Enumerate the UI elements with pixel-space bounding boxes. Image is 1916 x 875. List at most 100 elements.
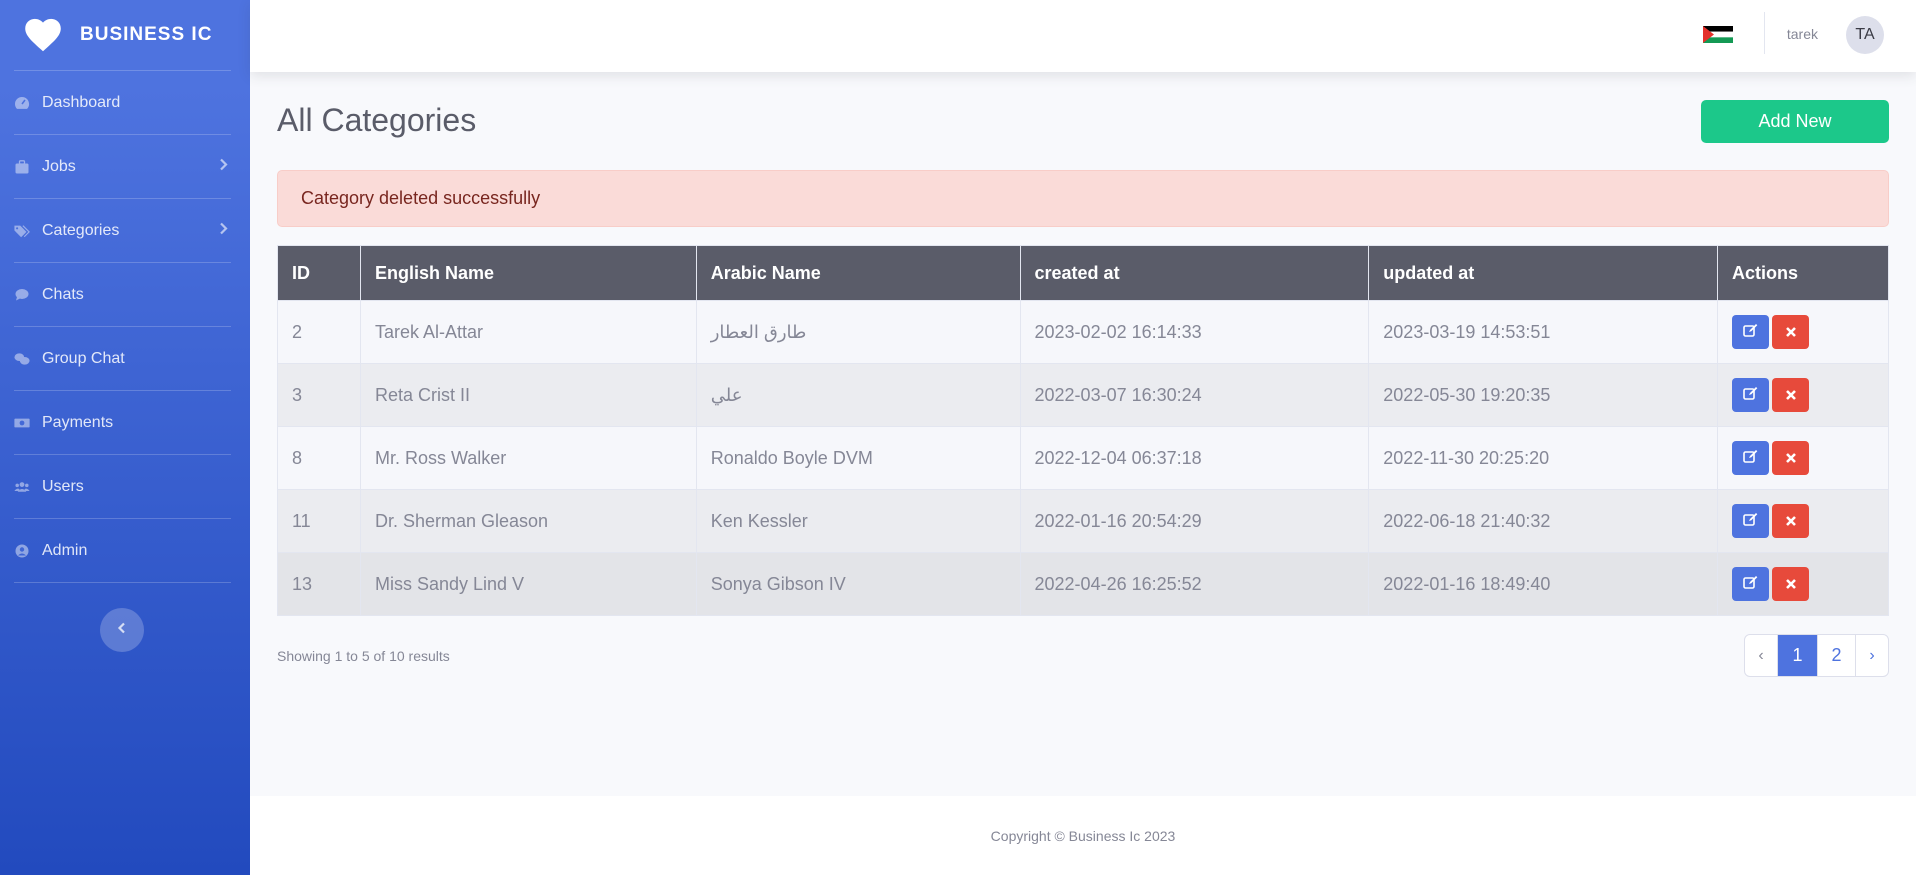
close-icon — [1785, 448, 1797, 469]
column-header-updated-at: updated at — [1368, 245, 1719, 301]
cell-id: 8 — [277, 426, 361, 490]
table-row: 13 Miss Sandy Lind V Sonya Gibson IV 202… — [277, 552, 1889, 616]
cell-id: 2 — [277, 300, 361, 364]
delete-button[interactable] — [1772, 441, 1810, 475]
cell-arabic-name: Ken Kessler — [695, 489, 1021, 553]
heart-icon — [24, 18, 62, 52]
footer: Copyright © Business Ic 2023 — [250, 796, 1916, 875]
alert-message: Category deleted successfully — [277, 170, 1889, 227]
column-header-english-name: English Name — [359, 245, 697, 301]
comment-icon — [14, 287, 30, 303]
brand-name: BUSINESS IC — [80, 24, 213, 45]
cell-arabic-name: علي — [695, 363, 1021, 427]
column-header-created-at: created at — [1019, 245, 1370, 301]
cell-id: 11 — [277, 489, 361, 553]
avatar[interactable]: TA — [1846, 16, 1884, 54]
sidebar-item-label: Dashboard — [42, 93, 121, 111]
sidebar-item-label: Group Chat — [42, 349, 125, 367]
money-bill-icon — [14, 415, 30, 431]
users-icon — [14, 479, 30, 495]
edit-button[interactable] — [1732, 441, 1770, 475]
pagination-next-button[interactable]: › — [1856, 635, 1888, 676]
cell-updated-at: 2023-03-19 14:53:51 — [1368, 300, 1719, 364]
cell-english-name: Tarek Al-Attar — [359, 300, 697, 364]
cell-arabic-name: Sonya Gibson IV — [695, 552, 1021, 616]
sidebar-item-payments[interactable]: Payments — [0, 391, 250, 454]
cell-actions — [1717, 489, 1889, 553]
cell-arabic-name: طارق العطار — [695, 300, 1021, 364]
edit-icon — [1743, 385, 1758, 406]
cell-english-name: Reta Crist II — [359, 363, 697, 427]
user-circle-icon — [14, 543, 30, 559]
tags-icon — [14, 223, 30, 239]
cell-created-at: 2022-01-16 20:54:29 — [1019, 489, 1370, 553]
sidebar-item-jobs[interactable]: Jobs — [0, 135, 250, 198]
cell-id: 13 — [277, 552, 361, 616]
sidebar-item-group-chat[interactable]: Group Chat — [0, 327, 250, 390]
sidebar-item-chats[interactable]: Chats — [0, 263, 250, 326]
sidebar-item-categories[interactable]: Categories — [0, 199, 250, 262]
sidebar-item-label: Categories — [42, 221, 120, 239]
dashboard-gauge-icon — [14, 95, 30, 111]
cell-arabic-name: Ronaldo Boyle DVM — [695, 426, 1021, 490]
table-header-row: ID English Name Arabic Name created at u… — [277, 245, 1889, 301]
user-name[interactable]: tarek — [1787, 26, 1818, 42]
sidebar-item-label: Chats — [42, 285, 84, 303]
table-row: 8 Mr. Ross Walker Ronaldo Boyle DVM 2022… — [277, 426, 1889, 490]
cell-created-at: 2022-03-07 16:30:24 — [1019, 363, 1370, 427]
palestine-flag-icon[interactable] — [1703, 26, 1733, 44]
column-header-id: ID — [277, 245, 361, 301]
sidebar-toggle-button[interactable] — [100, 608, 144, 652]
cell-updated-at: 2022-01-16 18:49:40 — [1368, 552, 1719, 616]
cell-actions — [1717, 300, 1889, 364]
cell-actions — [1717, 552, 1889, 616]
table-row: 11 Dr. Sherman Gleason Ken Kessler 2022-… — [277, 489, 1889, 553]
column-header-actions: Actions — [1717, 245, 1889, 301]
delete-button[interactable] — [1772, 378, 1810, 412]
cell-actions — [1717, 363, 1889, 427]
pagination: ‹ 1 2 › — [1744, 634, 1889, 677]
edit-icon — [1743, 511, 1758, 532]
sidebar: BUSINESS IC Dashboard Jobs Categories Ch… — [0, 0, 250, 875]
cell-updated-at: 2022-05-30 19:20:35 — [1368, 363, 1719, 427]
edit-button[interactable] — [1732, 378, 1770, 412]
chevron-right-icon — [219, 158, 228, 176]
close-icon — [1785, 322, 1797, 343]
sidebar-item-users[interactable]: Users — [0, 455, 250, 518]
close-icon — [1785, 385, 1797, 406]
pagination-summary: Showing 1 to 5 of 10 results — [277, 648, 450, 664]
edit-button[interactable] — [1732, 567, 1770, 601]
edit-button[interactable] — [1732, 504, 1770, 538]
brand[interactable]: BUSINESS IC — [0, 0, 250, 70]
topbar-divider — [1764, 12, 1765, 54]
sidebar-item-label: Payments — [42, 413, 114, 431]
add-new-button[interactable]: Add New — [1701, 100, 1889, 143]
pagination-page-1[interactable]: 1 — [1778, 635, 1818, 676]
delete-button[interactable] — [1772, 315, 1810, 349]
delete-button[interactable] — [1772, 567, 1810, 601]
table-row: 3 Reta Crist II علي 2022-03-07 16:30:24 … — [277, 363, 1889, 427]
edit-icon — [1743, 574, 1758, 595]
page-title: All Categories — [277, 102, 477, 138]
cell-english-name: Miss Sandy Lind V — [359, 552, 697, 616]
column-header-arabic-name: Arabic Name — [695, 245, 1021, 301]
edit-button[interactable] — [1732, 315, 1770, 349]
pagination-page-2[interactable]: 2 — [1818, 635, 1856, 676]
cell-id: 3 — [277, 363, 361, 427]
delete-button[interactable] — [1772, 504, 1810, 538]
topbar: tarek TA — [250, 0, 1916, 72]
cell-english-name: Mr. Ross Walker — [359, 426, 697, 490]
pagination-prev-button[interactable]: ‹ — [1745, 635, 1778, 676]
cell-created-at: 2022-04-26 16:25:52 — [1019, 552, 1370, 616]
close-icon — [1785, 574, 1797, 595]
sidebar-item-dashboard[interactable]: Dashboard — [0, 71, 250, 134]
edit-icon — [1743, 448, 1758, 469]
sidebar-item-admin[interactable]: Admin — [0, 519, 250, 582]
cell-updated-at: 2022-06-18 21:40:32 — [1368, 489, 1719, 553]
chevron-right-icon — [219, 222, 228, 240]
close-icon — [1785, 511, 1797, 532]
cell-updated-at: 2022-11-30 20:25:20 — [1368, 426, 1719, 490]
sidebar-item-label: Users — [42, 477, 84, 495]
cell-actions — [1717, 426, 1889, 490]
sidebar-item-label: Admin — [42, 541, 88, 559]
